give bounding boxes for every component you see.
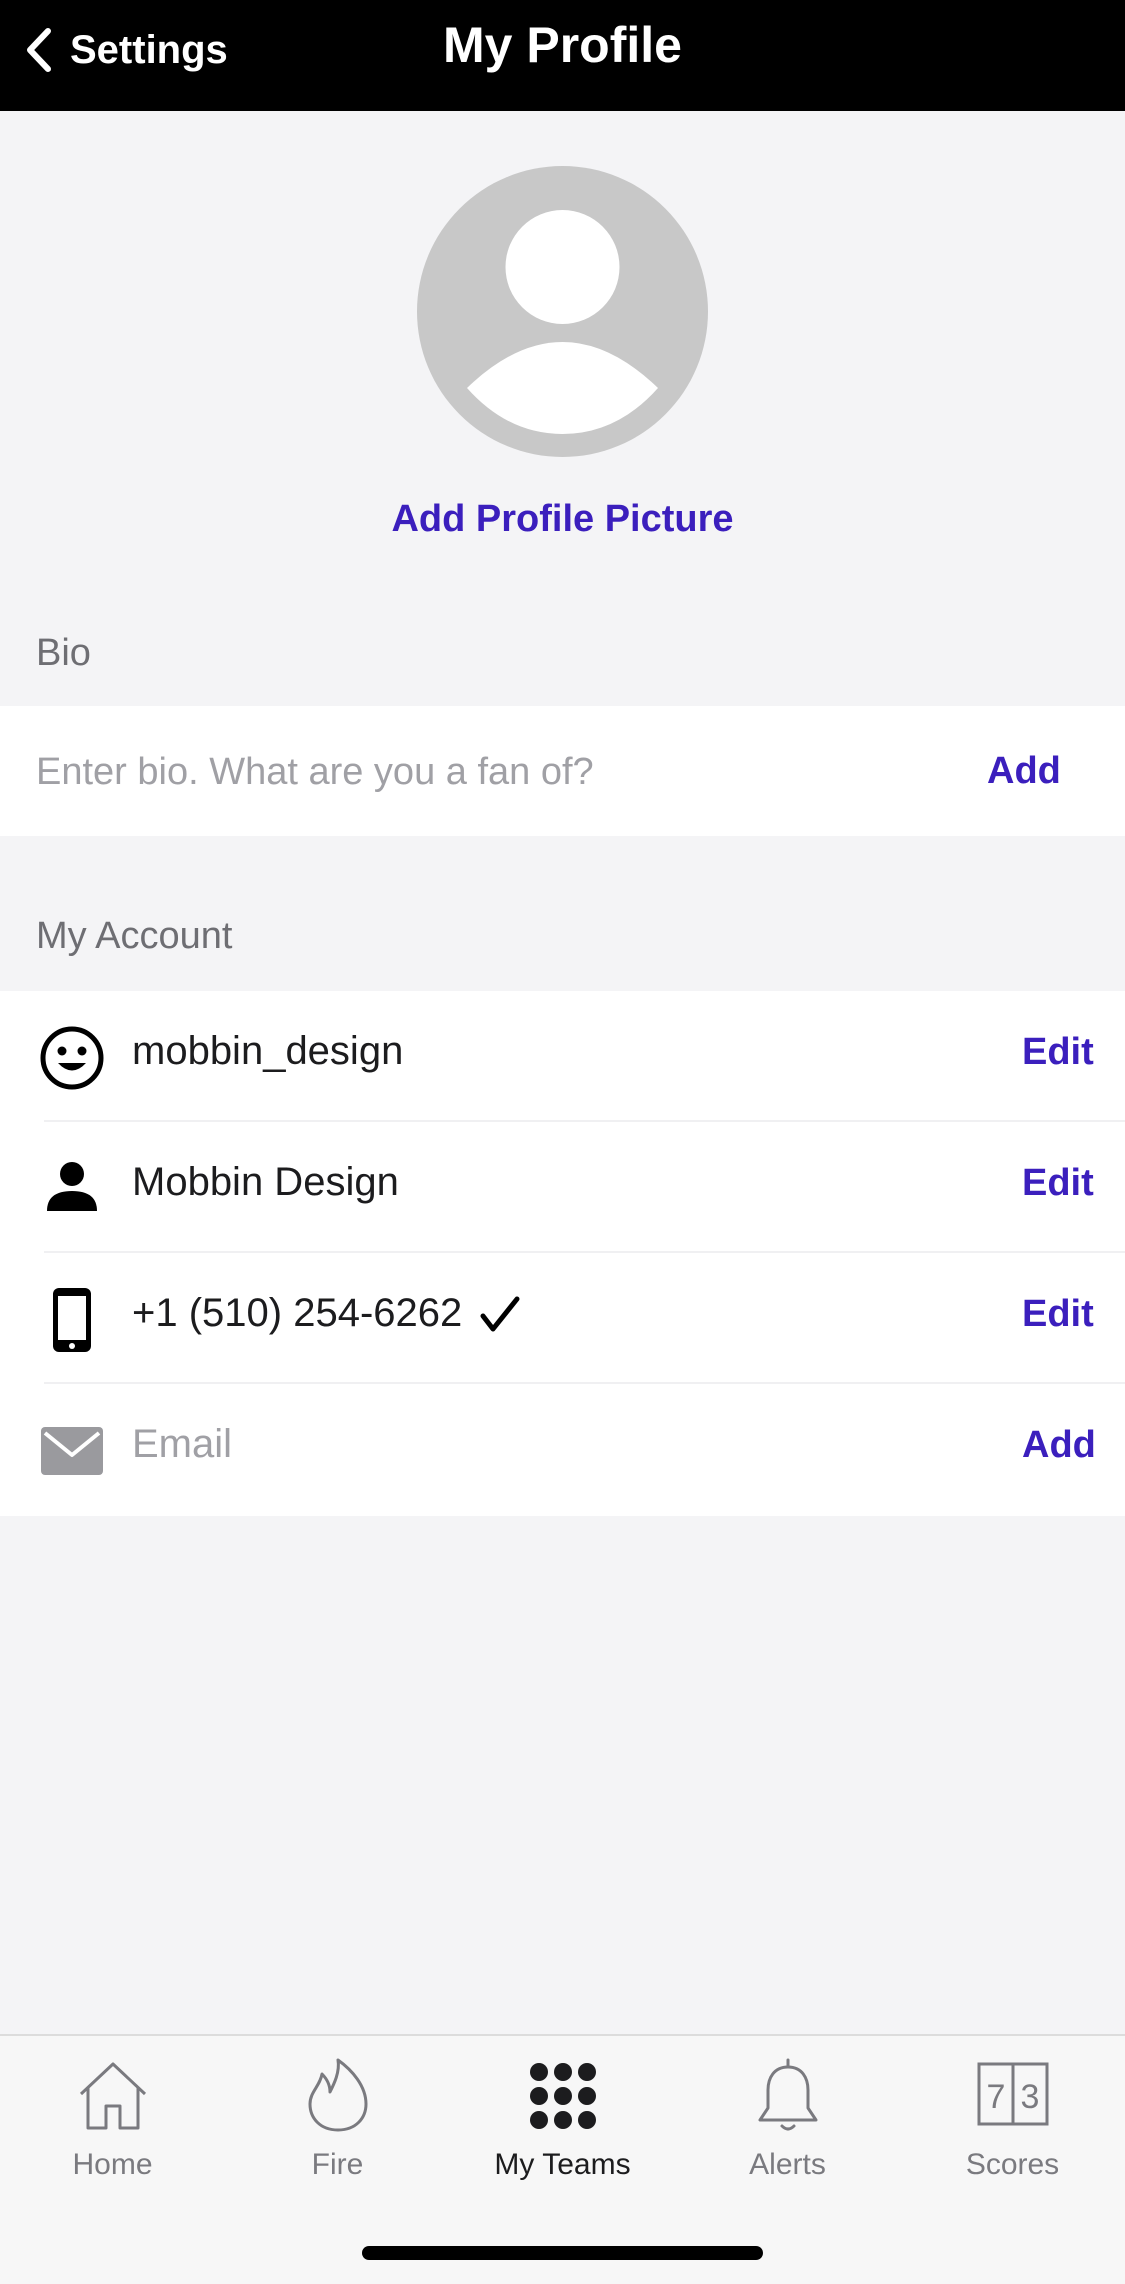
tab-fire[interactable]: Fire [225,2056,450,2206]
scoreboard-icon: 7 3 [977,2062,1048,2126]
bio-input[interactable] [36,744,936,800]
scoreboard-digit-right: 3 [1020,2078,1039,2116]
person-icon [47,1162,97,1211]
add-profile-picture-button[interactable]: Add Profile Picture [0,498,1125,541]
tab-alerts-label: Alerts [749,2148,826,2181]
tab-fire-label: Fire [311,2148,364,2181]
my-account-section-label: My Account [36,915,233,957]
tab-scores-label: Scores [965,2148,1060,2181]
home-indicator [362,2246,763,2260]
bio-section-label: Bio [36,632,91,674]
edit-username-button[interactable]: Edit [1022,1031,1094,1074]
tab-home-label: Home [72,2148,153,2181]
tab-my-teams[interactable]: My Teams [450,2056,675,2206]
list-item-phone[interactable]: +1 (510) 254-6262 Edit [0,1253,1125,1384]
bio-add-button[interactable]: Add [987,750,1061,793]
avatar[interactable] [417,166,708,457]
list-item-email[interactable]: Email Add [0,1384,1125,1515]
edit-name-button[interactable]: Edit [1022,1162,1094,1205]
home-icon [79,2062,146,2130]
nav-header: Settings My Profile [0,0,1125,111]
mail-icon [41,1427,103,1475]
checkmark-icon [480,1296,520,1332]
username-text: mobbin_design [132,1029,404,1073]
add-email-button[interactable]: Add [1022,1424,1096,1467]
grid-dots-icon [529,2063,596,2129]
page-title: My Profile [443,17,682,73]
bio-row: Add [0,706,1125,836]
bell-icon [758,2058,817,2131]
fire-icon [308,2058,367,2132]
list-item-username[interactable]: mobbin_design Edit [0,991,1125,1122]
full-name-text: Mobbin Design [132,1160,399,1204]
email-placeholder-text: Email [132,1422,233,1466]
tab-home[interactable]: Home [0,2056,225,2206]
phone-number-text: +1 (510) 254-6262 [132,1291,463,1335]
account-list: mobbin_design Edit Mobbin Design Edit +1… [0,991,1125,1516]
phone-icon [53,1288,91,1352]
tab-alerts[interactable]: Alerts [675,2056,900,2206]
list-item-name[interactable]: Mobbin Design Edit [0,1122,1125,1253]
smiley-face-icon [40,1026,104,1090]
person-placeholder-icon [467,210,658,434]
tab-my-teams-label: My Teams [494,2148,631,2181]
scoreboard-digit-left: 7 [986,2078,1005,2116]
edit-phone-button[interactable]: Edit [1022,1293,1094,1336]
tab-scores[interactable]: 7 3 Scores [900,2056,1125,2206]
